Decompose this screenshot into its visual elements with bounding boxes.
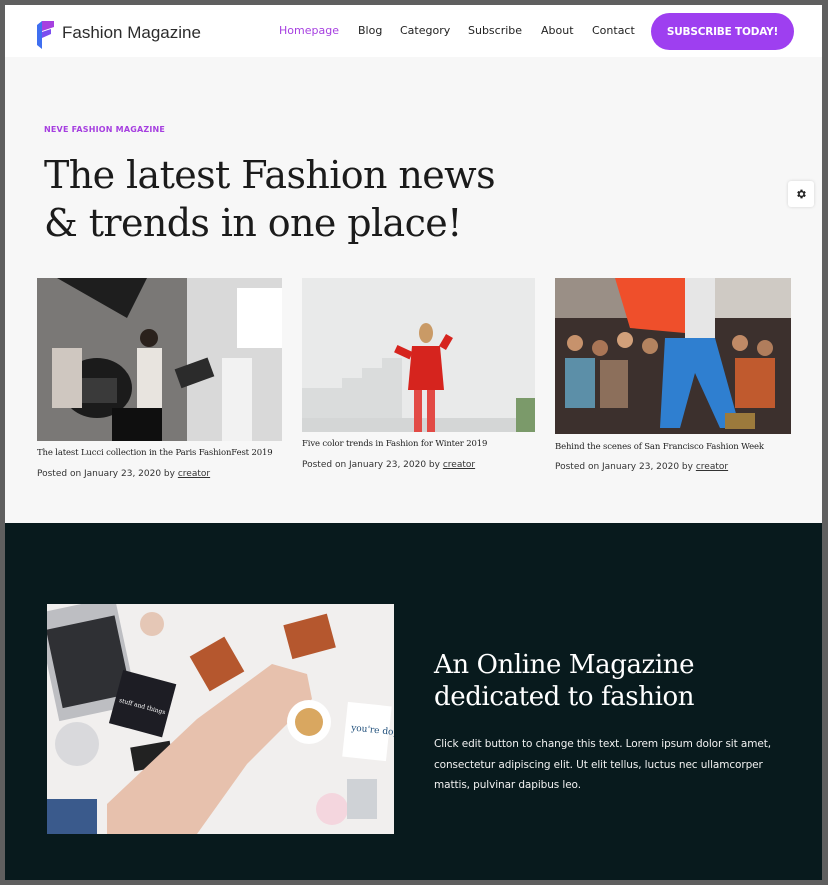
post-title[interactable]: Five color trends in Fashion for Winter …	[302, 439, 487, 449]
feature-title-line1: An Online Magazine	[434, 650, 695, 680]
gear-icon	[797, 189, 806, 199]
post-date: Posted on January 23, 2020 by	[302, 460, 440, 470]
hero-title: The latest Fashion news & trends in one …	[44, 151, 564, 247]
post-title[interactable]: The latest Lucci collection in the Paris…	[37, 448, 273, 458]
nav-contact[interactable]: Contact	[592, 24, 635, 37]
nav-blog[interactable]: Blog	[358, 24, 382, 37]
post-date: Posted on January 23, 2020 by	[555, 462, 693, 472]
nav-category[interactable]: Category	[400, 24, 450, 37]
feature-image: you're dope. stuff and things	[47, 604, 394, 834]
post-author-link[interactable]: creator	[696, 462, 728, 472]
nav-about[interactable]: About	[541, 24, 574, 37]
post-card[interactable]: Behind the scenes of San Francisco Fashi…	[555, 278, 791, 472]
post-author-link[interactable]: creator	[178, 469, 210, 479]
post-image[interactable]	[37, 278, 282, 441]
post-meta: Posted on January 23, 2020 by creator	[302, 460, 475, 470]
feature-text: Click edit button to change this text. L…	[434, 738, 771, 791]
post-title[interactable]: Behind the scenes of San Francisco Fashi…	[555, 442, 764, 452]
settings-button[interactable]	[788, 181, 814, 207]
post-meta: Posted on January 23, 2020 by creator	[555, 462, 728, 472]
post-author-link[interactable]: creator	[443, 460, 475, 470]
hero-title-line2: & trends in one place!	[44, 201, 462, 245]
post-card[interactable]: The latest Lucci collection in the Paris…	[37, 278, 282, 479]
post-card[interactable]: Five color trends in Fashion for Winter …	[302, 278, 535, 470]
subscribe-today-button[interactable]: SUBSCRIBE TODAY!	[651, 13, 794, 50]
post-date: Posted on January 23, 2020 by	[37, 469, 175, 479]
nav-homepage[interactable]: Homepage	[279, 24, 339, 37]
browser-viewport: Fashion Magazine Homepage Blog Category …	[5, 5, 822, 880]
feature-title-line2: dedicated to fashion	[434, 682, 695, 712]
hero-title-line1: The latest Fashion news	[44, 153, 496, 197]
feature-section: you're dope. stuff and things An Online …	[5, 523, 822, 880]
post-image[interactable]	[302, 278, 535, 432]
feature-title: An Online Magazine dedicated to fashion	[434, 649, 764, 713]
site-brand[interactable]: Fashion Magazine	[62, 23, 201, 43]
post-image[interactable]	[555, 278, 791, 434]
post-meta: Posted on January 23, 2020 by creator	[37, 469, 210, 479]
nav-subscribe[interactable]: Subscribe	[468, 24, 522, 37]
site-header: Fashion Magazine Homepage Blog Category …	[5, 5, 822, 57]
logo-f-icon[interactable]	[37, 21, 54, 49]
hero-eyebrow: NEVE FASHION MAGAZINE	[44, 125, 166, 134]
